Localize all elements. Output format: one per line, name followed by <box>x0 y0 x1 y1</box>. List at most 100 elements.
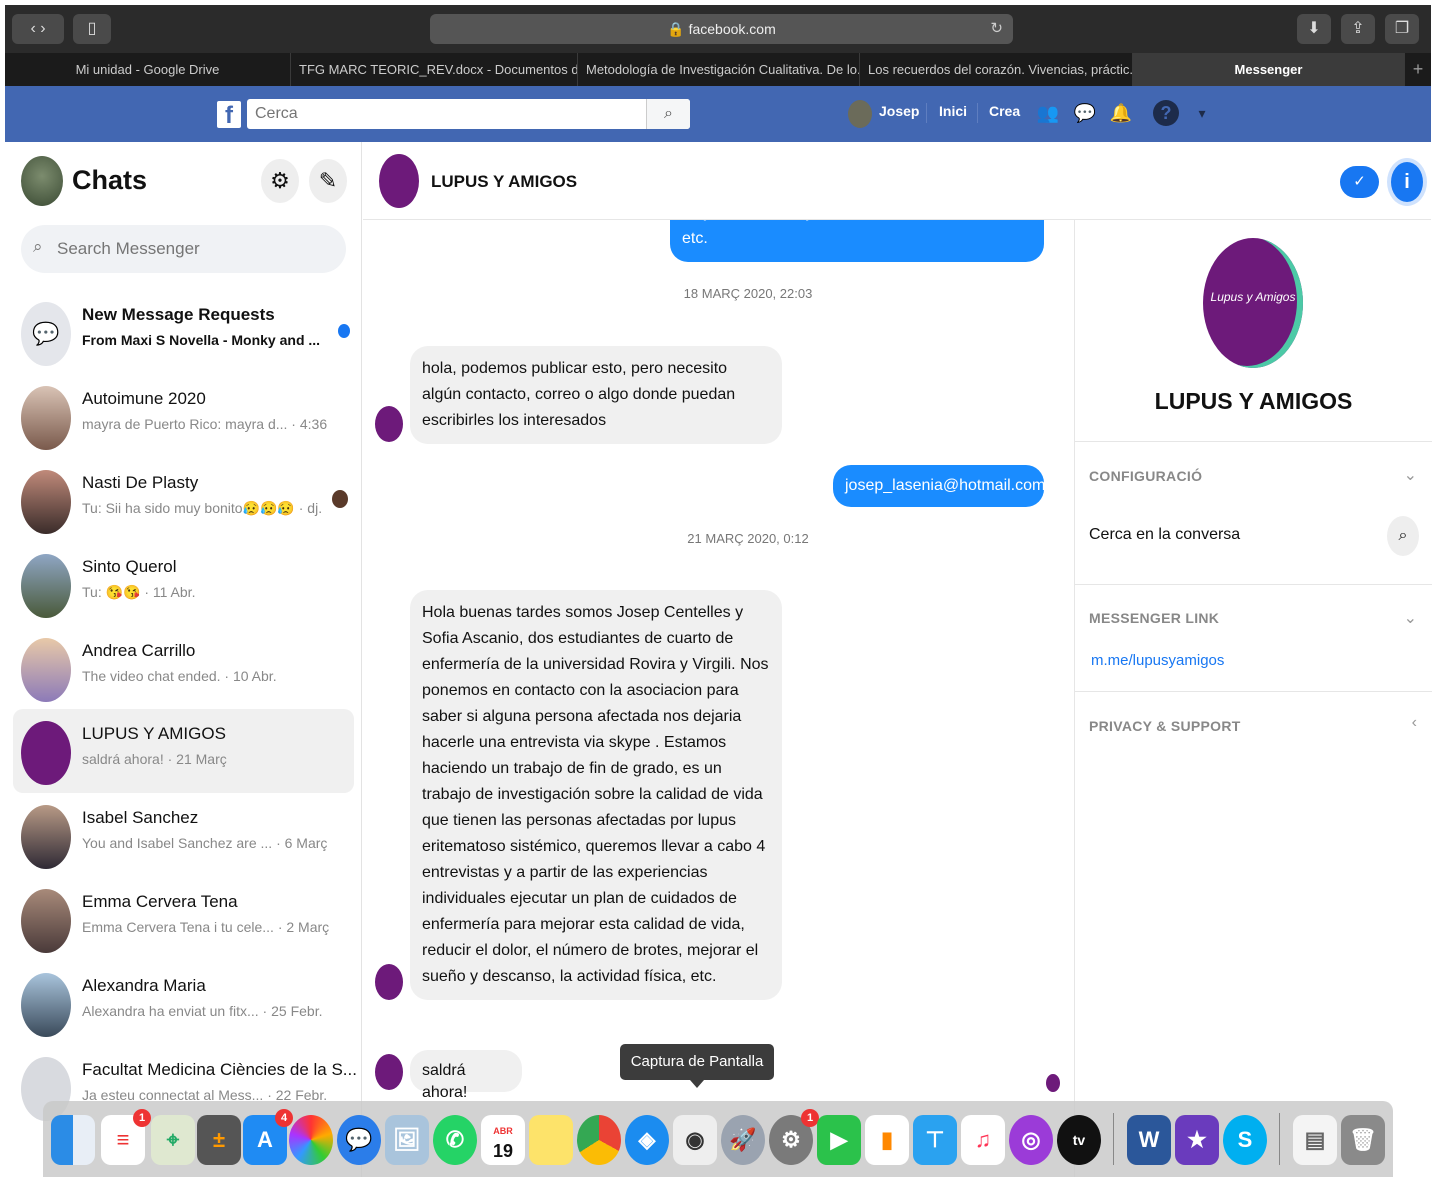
app-store-icon[interactable]: A4 <box>243 1109 293 1165</box>
notes-icon[interactable] <box>529 1115 573 1165</box>
maps-icon[interactable]: ⌖ <box>151 1115 195 1165</box>
messenger-link-section-header[interactable]: MESSENGER LINK <box>1089 610 1219 626</box>
chat-snippet: Tu: 😘😘 · 11 Abr. <box>82 584 196 600</box>
launchpad-icon[interactable]: 🚀 <box>721 1115 765 1165</box>
downloads-icon[interactable]: ⬇ <box>1297 14 1331 44</box>
new-message-icon[interactable]: ✎ <box>309 159 347 203</box>
share-icon[interactable]: ⇪ <box>1341 14 1375 44</box>
avatar-logo-text: Lupus y Amigos <box>1210 290 1296 304</box>
tab-messenger[interactable]: Messenger <box>1133 53 1405 86</box>
avatar[interactable] <box>848 100 872 128</box>
messenger-icon[interactable]: 💬 <box>1072 100 1098 126</box>
list-item[interactable]: Isabel Sanchez You and Isabel Sanchez ar… <box>13 793 354 877</box>
message-bubble-incoming[interactable]: hola, podemos publicar esto, pero necesi… <box>410 346 782 444</box>
reload-icon[interactable]: ↻ <box>990 14 1003 44</box>
chevron-down-icon[interactable]: ⌄ <box>1404 608 1417 628</box>
chat-name: Autoimune 2020 <box>82 389 206 408</box>
document-icon[interactable]: ▤ <box>1293 1115 1337 1165</box>
list-item[interactable]: Emma Cervera Tena Emma Cervera Tena i tu… <box>13 877 354 961</box>
message-bubble-outgoing[interactable]: josep_lasenia@hotmail.com <box>833 465 1045 507</box>
search-icon[interactable]: ⌕ <box>646 99 690 129</box>
divider <box>977 103 978 123</box>
list-item[interactable]: Andrea Carrillo The video chat ended. · … <box>13 626 354 710</box>
list-item[interactable]: Nasti De Plasty Tu: Sii ha sido muy boni… <box>13 458 354 542</box>
system-preferences-icon[interactable]: ⚙ 1 <box>769 1109 819 1165</box>
message-thread: mejorar el sueño y descanso, la activida… <box>363 220 1074 1177</box>
search-in-conversation-label[interactable]: Cerca en la conversa <box>1089 526 1240 544</box>
list-item-lupus-y-amigos[interactable]: LUPUS Y AMIGOS saldrá ahora! · 21 Març <box>13 709 354 793</box>
home-link[interactable]: Inici <box>939 103 967 119</box>
keynote-icon[interactable]: ⊤ <box>913 1115 957 1165</box>
privacy-section-header[interactable]: PRIVACY & SUPPORT <box>1089 718 1241 734</box>
config-section-header[interactable]: CONFIGURACIÓ <box>1089 468 1202 484</box>
message-bubble-outgoing[interactable]: mejorar el sueño y descanso, la activida… <box>670 220 1044 262</box>
reminders-icon[interactable]: ≡ 1 <box>101 1109 151 1165</box>
tab-tfg-doc[interactable]: TFG MARC TEORIC_REV.docx - Documentos de… <box>291 53 578 86</box>
badge: 1 <box>133 1109 151 1127</box>
conversation-info-panel: Lupus y Amigos LUPUS Y AMIGOS CONFIGURAC… <box>1074 220 1432 1177</box>
checkmark-menu-icon[interactable]: ✓ <box>1340 166 1379 198</box>
avatar[interactable] <box>21 156 63 206</box>
calendar-icon[interactable]: ABR 19 <box>481 1115 525 1165</box>
sidebar-toggle-icon[interactable]: ▯ <box>73 14 111 44</box>
new-tab-button[interactable]: + <box>1405 53 1431 86</box>
chevron-left-icon[interactable]: ‹ <box>1412 714 1417 732</box>
list-item-message-requests[interactable]: 💬 New Message Requests From Maxi S Novel… <box>13 290 354 374</box>
whatsapp-icon[interactable]: ✆ <box>433 1115 477 1165</box>
message-bubble-incoming[interactable]: Hola buenas tardes somos Josep Centelles… <box>410 590 782 1000</box>
help-icon[interactable]: ? <box>1153 100 1179 126</box>
url-text: facebook.com <box>688 21 776 37</box>
create-link[interactable]: Crea <box>989 103 1020 119</box>
avatar[interactable] <box>379 154 419 208</box>
trash-icon[interactable]: 🗑 <box>1341 1115 1385 1165</box>
chat-snippet: You and Isabel Sanchez are ... · 6 Març <box>82 835 328 851</box>
notifications-icon[interactable]: 🔔 <box>1108 100 1134 126</box>
calculator-icon[interactable]: ± <box>197 1115 241 1165</box>
numbers-icon[interactable]: ▮ <box>865 1115 909 1165</box>
chevron-down-icon[interactable]: ⌄ <box>1404 465 1417 485</box>
imovie-icon[interactable]: ★ <box>1175 1115 1219 1165</box>
list-item[interactable]: Sinto Querol Tu: 😘😘 · 11 Abr. <box>13 542 354 626</box>
tab-metodologia[interactable]: Metodología de Investigación Cualitativa… <box>578 53 860 86</box>
photos-icon[interactable] <box>289 1115 333 1165</box>
address-bar[interactable]: 🔒 facebook.com ↻ <box>430 14 1013 44</box>
settings-gear-icon[interactable]: ⚙ <box>261 159 299 203</box>
tabs-overview-icon[interactable]: ❐ <box>1385 14 1419 44</box>
apple-tv-icon[interactable]: tv <box>1057 1115 1101 1165</box>
messages-icon[interactable]: 💬 <box>337 1115 381 1165</box>
screenshot-icon[interactable]: ◉ <box>673 1115 717 1165</box>
word-icon[interactable]: W <box>1127 1115 1171 1165</box>
seen-avatar <box>1046 1074 1060 1092</box>
macos-dock: ≡ 1 ⌖ ± A4 💬 🖼 ✆ ABR 19 ◈ ◉ 🚀 ⚙ 1 ▶ ▮ ⊤ ♫ ◎… <box>43 1101 1393 1177</box>
tab-google-drive[interactable]: Mi unidad - Google Drive <box>5 53 291 86</box>
list-item[interactable]: Alexandra Maria Alexandra ha enviat un f… <box>13 961 354 1045</box>
list-item[interactable]: Autoimune 2020 mayra de Puerto Rico: may… <box>13 374 354 458</box>
messenger-link[interactable]: m.me/lupusyamigos <box>1091 652 1224 669</box>
back-forward-buttons[interactable]: ‹ › <box>12 14 64 44</box>
account-menu-icon[interactable]: ▾ <box>1189 100 1215 126</box>
finder-icon[interactable] <box>51 1115 95 1165</box>
facetime-icon[interactable]: ▶ <box>817 1115 861 1165</box>
image-viewer-icon[interactable]: 🖼 <box>385 1115 429 1165</box>
conversation-title[interactable]: LUPUS Y AMIGOS <box>431 172 577 192</box>
friends-icon[interactable]: 👥 <box>1035 100 1061 126</box>
chat-name: Isabel Sanchez <box>82 808 199 827</box>
browser-toolbar: ‹ › ▯ 🔒 facebook.com ↻ ⬇ ⇪ ❐ <box>5 5 1431 53</box>
chrome-icon[interactable] <box>577 1115 621 1165</box>
avatar <box>21 638 71 702</box>
message-bubble-incoming[interactable]: saldrá ahora! <box>410 1050 522 1101</box>
facebook-search-input[interactable] <box>255 99 635 129</box>
profile-link[interactable]: Josep <box>879 103 919 119</box>
search-input[interactable] <box>57 225 337 273</box>
tab-recuerdos[interactable]: Los recuerdos del corazón. Vivencias, pr… <box>860 53 1133 86</box>
info-icon[interactable]: i <box>1391 162 1423 202</box>
podcasts-icon[interactable]: ◎ <box>1009 1115 1053 1165</box>
dock-separator <box>1113 1113 1114 1165</box>
chat-name: Emma Cervera Tena <box>82 892 238 911</box>
safari-icon[interactable]: ◈ <box>625 1115 669 1165</box>
skype-icon[interactable]: S <box>1223 1115 1267 1165</box>
music-icon[interactable]: ♫ <box>961 1115 1005 1165</box>
facebook-logo-icon[interactable]: f <box>217 101 241 129</box>
seen-avatar <box>332 490 348 508</box>
search-icon[interactable]: ⌕ <box>1387 516 1419 556</box>
